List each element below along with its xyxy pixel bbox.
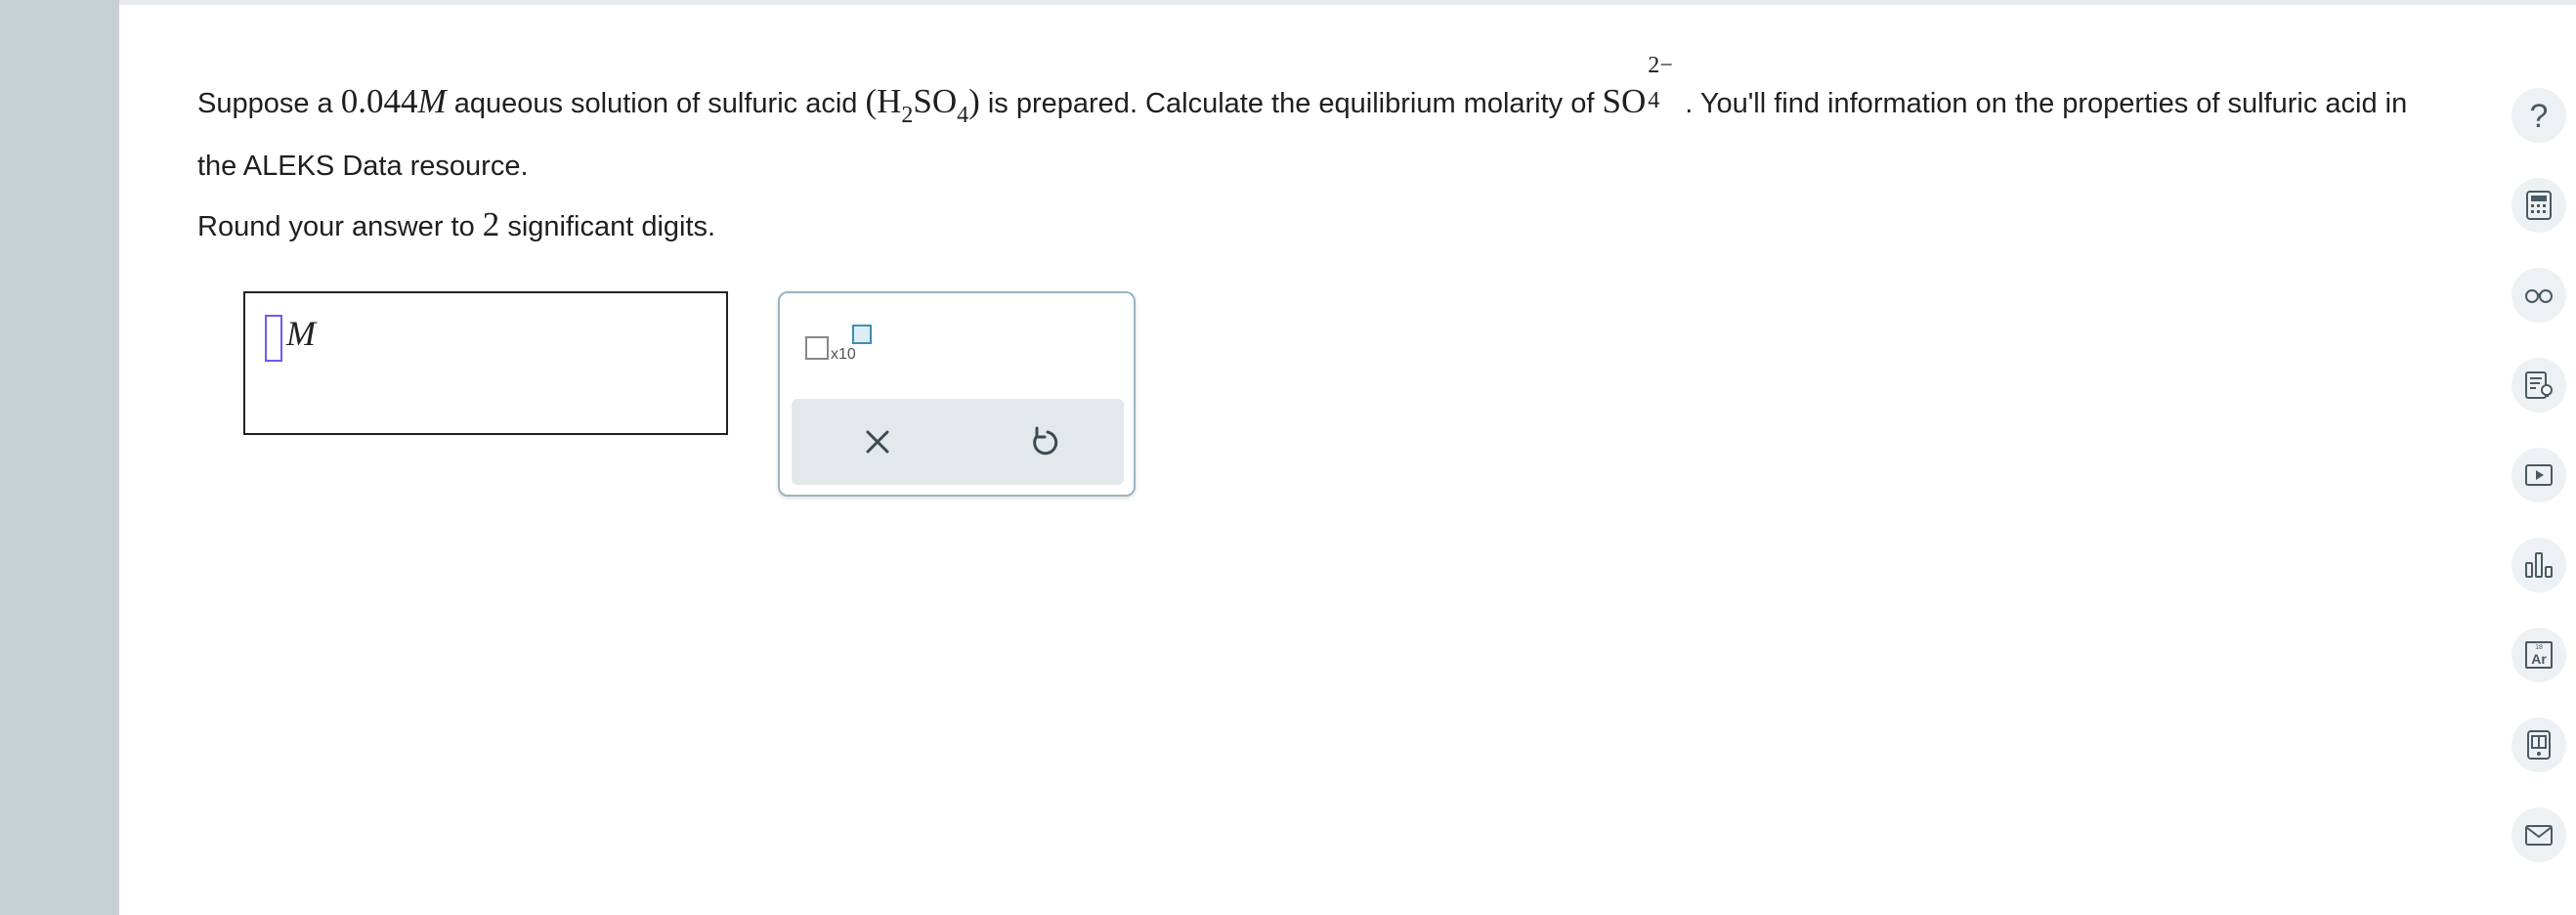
scientific-notation-button[interactable]: x10 xyxy=(805,323,883,371)
undo-icon xyxy=(1033,426,1058,456)
svg-text:Ar: Ar xyxy=(2531,651,2547,667)
video-button[interactable] xyxy=(2512,448,2566,502)
periodic-table-button[interactable]: 18 Ar xyxy=(2512,628,2566,682)
top-strip xyxy=(119,0,2576,5)
undo-button[interactable] xyxy=(1022,420,1065,463)
document-lightbulb-icon xyxy=(2525,371,2553,399)
rounding-digits: 2 xyxy=(482,205,500,243)
sci-exponent-box xyxy=(852,325,872,344)
sci-notation-label: x10 xyxy=(831,346,856,363)
question-after-concentration: aqueous solution of sulfuric acid xyxy=(446,88,866,119)
help-icon: ? xyxy=(2529,98,2549,135)
concentration-value: 0.044 xyxy=(340,82,418,120)
calculator-button[interactable] xyxy=(2512,178,2566,233)
question-text: Suppose a 0.044M aqueous solution of sul… xyxy=(197,54,2426,192)
textbook-button[interactable] xyxy=(2512,718,2566,772)
acid-formula-close: ) xyxy=(968,82,980,120)
answer-input-slot[interactable] xyxy=(265,315,282,362)
explanation-button[interactable] xyxy=(2512,358,2566,413)
question-intro: Suppose a xyxy=(197,88,341,119)
glasses-icon xyxy=(2525,289,2553,303)
help-button[interactable]: ? xyxy=(2512,88,2566,143)
concentration-unit: M xyxy=(417,82,447,120)
answer-input-box[interactable]: M xyxy=(243,291,728,435)
question-after-acid: is prepared. Calculate the equilibrium m… xyxy=(979,88,1603,119)
data-button[interactable] xyxy=(2512,538,2566,592)
clear-button[interactable] xyxy=(856,420,899,463)
calculator-icon xyxy=(2526,191,2552,220)
ebook-icon xyxy=(2527,730,2551,760)
sci-base-box xyxy=(805,336,829,360)
rounding-before: Round your answer to xyxy=(197,211,483,242)
reading-glasses-button[interactable] xyxy=(2512,268,2566,323)
left-sidebar-rail xyxy=(0,0,119,915)
answer-unit: M xyxy=(286,314,316,353)
acid-formula-sub-o: 4 xyxy=(957,103,969,128)
close-icon xyxy=(866,430,889,454)
acid-formula-so: SO xyxy=(913,82,958,120)
sulfate-ion-charge: 2− xyxy=(1648,53,1673,78)
rounding-instruction: Round your answer to 2 significant digit… xyxy=(197,199,715,252)
math-tool-panel: x10 xyxy=(778,291,1136,497)
sulfate-ion-sub: 4 xyxy=(1648,88,1660,113)
bar-chart-icon xyxy=(2525,552,2553,578)
message-button[interactable] xyxy=(2512,807,2566,862)
video-play-icon xyxy=(2525,464,2553,486)
acid-formula-open: (H xyxy=(865,82,902,120)
tool-action-bar xyxy=(792,399,1124,485)
acid-formula: (H2SO4) xyxy=(865,82,980,128)
sulfate-ion-base: SO xyxy=(1602,82,1647,120)
acid-formula-sub-h: 2 xyxy=(901,103,914,128)
sulfate-ion: SO 2− 4 xyxy=(1602,54,1685,120)
periodic-element-icon: 18Ar xyxy=(2525,641,2553,669)
mail-icon xyxy=(2525,825,2553,846)
rounding-after: significant digits. xyxy=(499,211,716,242)
svg-text:18: 18 xyxy=(2535,644,2543,651)
